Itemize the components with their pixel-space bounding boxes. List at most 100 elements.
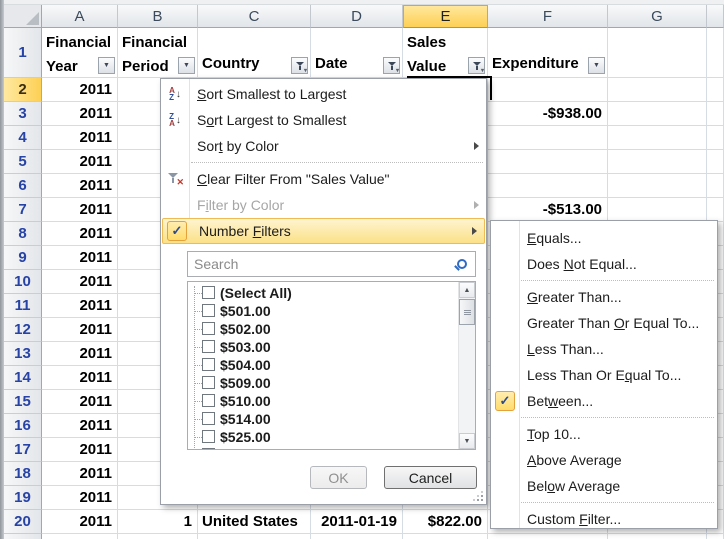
search-button[interactable] [449,259,475,269]
row-header-15[interactable]: 15 [4,390,42,414]
header-cell-sales-value[interactable]: Sales Value ▾ [403,28,488,78]
column-header-c[interactable]: C [198,5,311,28]
filter-applied-button-date[interactable]: ▾ [383,57,400,74]
cell-A19[interactable]: 2011 [42,486,118,510]
row-header-10[interactable]: 10 [4,270,42,294]
submenu-item-equals[interactable]: Equals... [491,225,717,251]
scrollbar-thumb[interactable] [459,299,475,325]
row-header-1[interactable]: 1 [4,28,42,78]
cell-A16[interactable]: 2011 [42,414,118,438]
filter-value-item-6[interactable]: $510.00 [188,392,475,410]
cell-F3[interactable]: -$938.00 [488,102,608,126]
header-cell-expenditure[interactable]: Expenditure ▼ [488,28,608,78]
filter-value-item-1[interactable]: $501.00 [188,302,475,320]
filter-dropdown-button-financial-period[interactable]: ▼ [178,57,195,74]
menu-item-sort-smallest-to-largest[interactable]: AZ ↓ Sort Smallest to Largest [161,81,486,107]
row-header-13[interactable]: 13 [4,342,42,366]
cell-F7[interactable]: -$513.00 [488,198,608,222]
filter-value-item-4[interactable]: $504.00 [188,356,475,374]
row-header-2[interactable]: 2 [4,78,42,102]
cell-A11[interactable]: 2011 [42,294,118,318]
cell-H7[interactable] [707,198,724,222]
cell-F5[interactable] [488,150,608,174]
row-header-4[interactable]: 4 [4,126,42,150]
submenu-item-less-than-or-equal-to[interactable]: Less Than Or Equal To... [491,362,717,388]
cell-G4[interactable] [608,126,707,150]
row-header-12[interactable]: 12 [4,318,42,342]
column-header-a[interactable]: A [42,5,118,28]
row-header-17[interactable]: 17 [4,438,42,462]
column-header-d[interactable]: D [311,5,403,28]
scroll-down-icon[interactable]: ▼ [459,433,475,449]
submenu-item-custom-filter[interactable]: Custom Filter... [491,506,717,532]
cell-F4[interactable] [488,126,608,150]
cell-E20[interactable]: $822.00 [403,510,488,534]
filter-applied-button-sales-value[interactable]: ▾ [468,57,485,74]
cell-A14[interactable]: 2011 [42,366,118,390]
filter-value-item-0[interactable]: (Select All) [188,284,475,302]
cell-C20[interactable]: United States [198,510,311,534]
cell-A4[interactable]: 2011 [42,126,118,150]
cell-H2[interactable] [707,78,724,102]
checkbox-icon[interactable] [202,322,215,335]
filter-value-item-3[interactable]: $503.00 [188,338,475,356]
submenu-item-greater-than[interactable]: Greater Than... [491,284,717,310]
cell-G6[interactable] [608,174,707,198]
select-all-corner[interactable] [4,5,42,28]
filter-dropdown-button-financial-year[interactable]: ▼ [98,57,115,74]
cell-A17[interactable]: 2011 [42,438,118,462]
filter-value-item-7[interactable]: $514.00 [188,410,475,428]
cell-F6[interactable] [488,174,608,198]
checkbox-icon[interactable] [202,286,215,299]
cell-H4[interactable] [707,126,724,150]
submenu-item-does-not-equal[interactable]: Does Not Equal... [491,251,717,277]
row-header-11[interactable]: 11 [4,294,42,318]
cell-A8[interactable]: 2011 [42,222,118,246]
submenu-item-below-average[interactable]: Below Average [491,473,717,499]
row-header-3[interactable]: 3 [4,102,42,126]
scroll-up-icon[interactable]: ▲ [459,282,475,298]
row-header-9[interactable]: 9 [4,246,42,270]
ok-button[interactable]: OK [310,466,367,489]
row-header-6[interactable]: 6 [4,174,42,198]
filter-value-item-8[interactable]: $525.00 [188,428,475,446]
row-header-5[interactable]: 5 [4,150,42,174]
cell-A13[interactable]: 2011 [42,342,118,366]
menu-item-number-filters[interactable]: ✓ Number Filters [162,218,485,244]
column-header-g[interactable]: G [608,5,707,28]
filter-value-item-5[interactable]: $509.00 [188,374,475,392]
menu-item-sort-largest-to-smallest[interactable]: ZA ↓ Sort Largest to Smallest [161,107,486,133]
cell-B20[interactable]: 1 [118,510,198,534]
header-cell-country[interactable]: Country ▾ [198,28,311,78]
checkbox-icon[interactable] [202,376,215,389]
cancel-button[interactable]: Cancel [384,466,477,489]
cell-G7[interactable] [608,198,707,222]
header-cell-date[interactable]: Date ▾ [311,28,403,78]
row-header-20[interactable]: 20 [4,510,42,534]
checkbox-icon[interactable] [202,412,215,425]
row-header-14[interactable]: 14 [4,366,42,390]
submenu-item-less-than[interactable]: Less Than... [491,336,717,362]
column-header-f[interactable]: F [488,5,608,28]
header-cell-g[interactable] [608,28,707,78]
checkbox-icon[interactable] [202,358,215,371]
submenu-item-top-10[interactable]: Top 10... [491,421,717,447]
row-header-7[interactable]: 7 [4,198,42,222]
header-cell-partial[interactable] [707,28,724,78]
cell-A6[interactable]: 2011 [42,174,118,198]
search-input[interactable] [188,256,449,272]
checkbox-icon[interactable] [202,430,215,443]
cell-A15[interactable]: 2011 [42,390,118,414]
cell-D20[interactable]: 2011-01-19 [311,510,403,534]
header-cell-financial-period[interactable]: Financial Period ▼ [118,28,198,78]
menu-item-clear-filter[interactable]: ✕ Clear Filter From "Sales Value" [161,166,486,192]
cell-G3[interactable] [608,102,707,126]
resize-grip[interactable] [481,499,483,501]
filter-dropdown-button-expenditure[interactable]: ▼ [588,57,605,74]
cell-F2[interactable] [488,78,608,102]
scrollbar[interactable]: ▲ ▼ [458,282,475,449]
cell-A2[interactable]: 2011 [42,78,118,102]
cell-A12[interactable]: 2011 [42,318,118,342]
cell-H6[interactable] [707,174,724,198]
menu-item-sort-by-color[interactable]: Sort by Color [161,133,486,159]
